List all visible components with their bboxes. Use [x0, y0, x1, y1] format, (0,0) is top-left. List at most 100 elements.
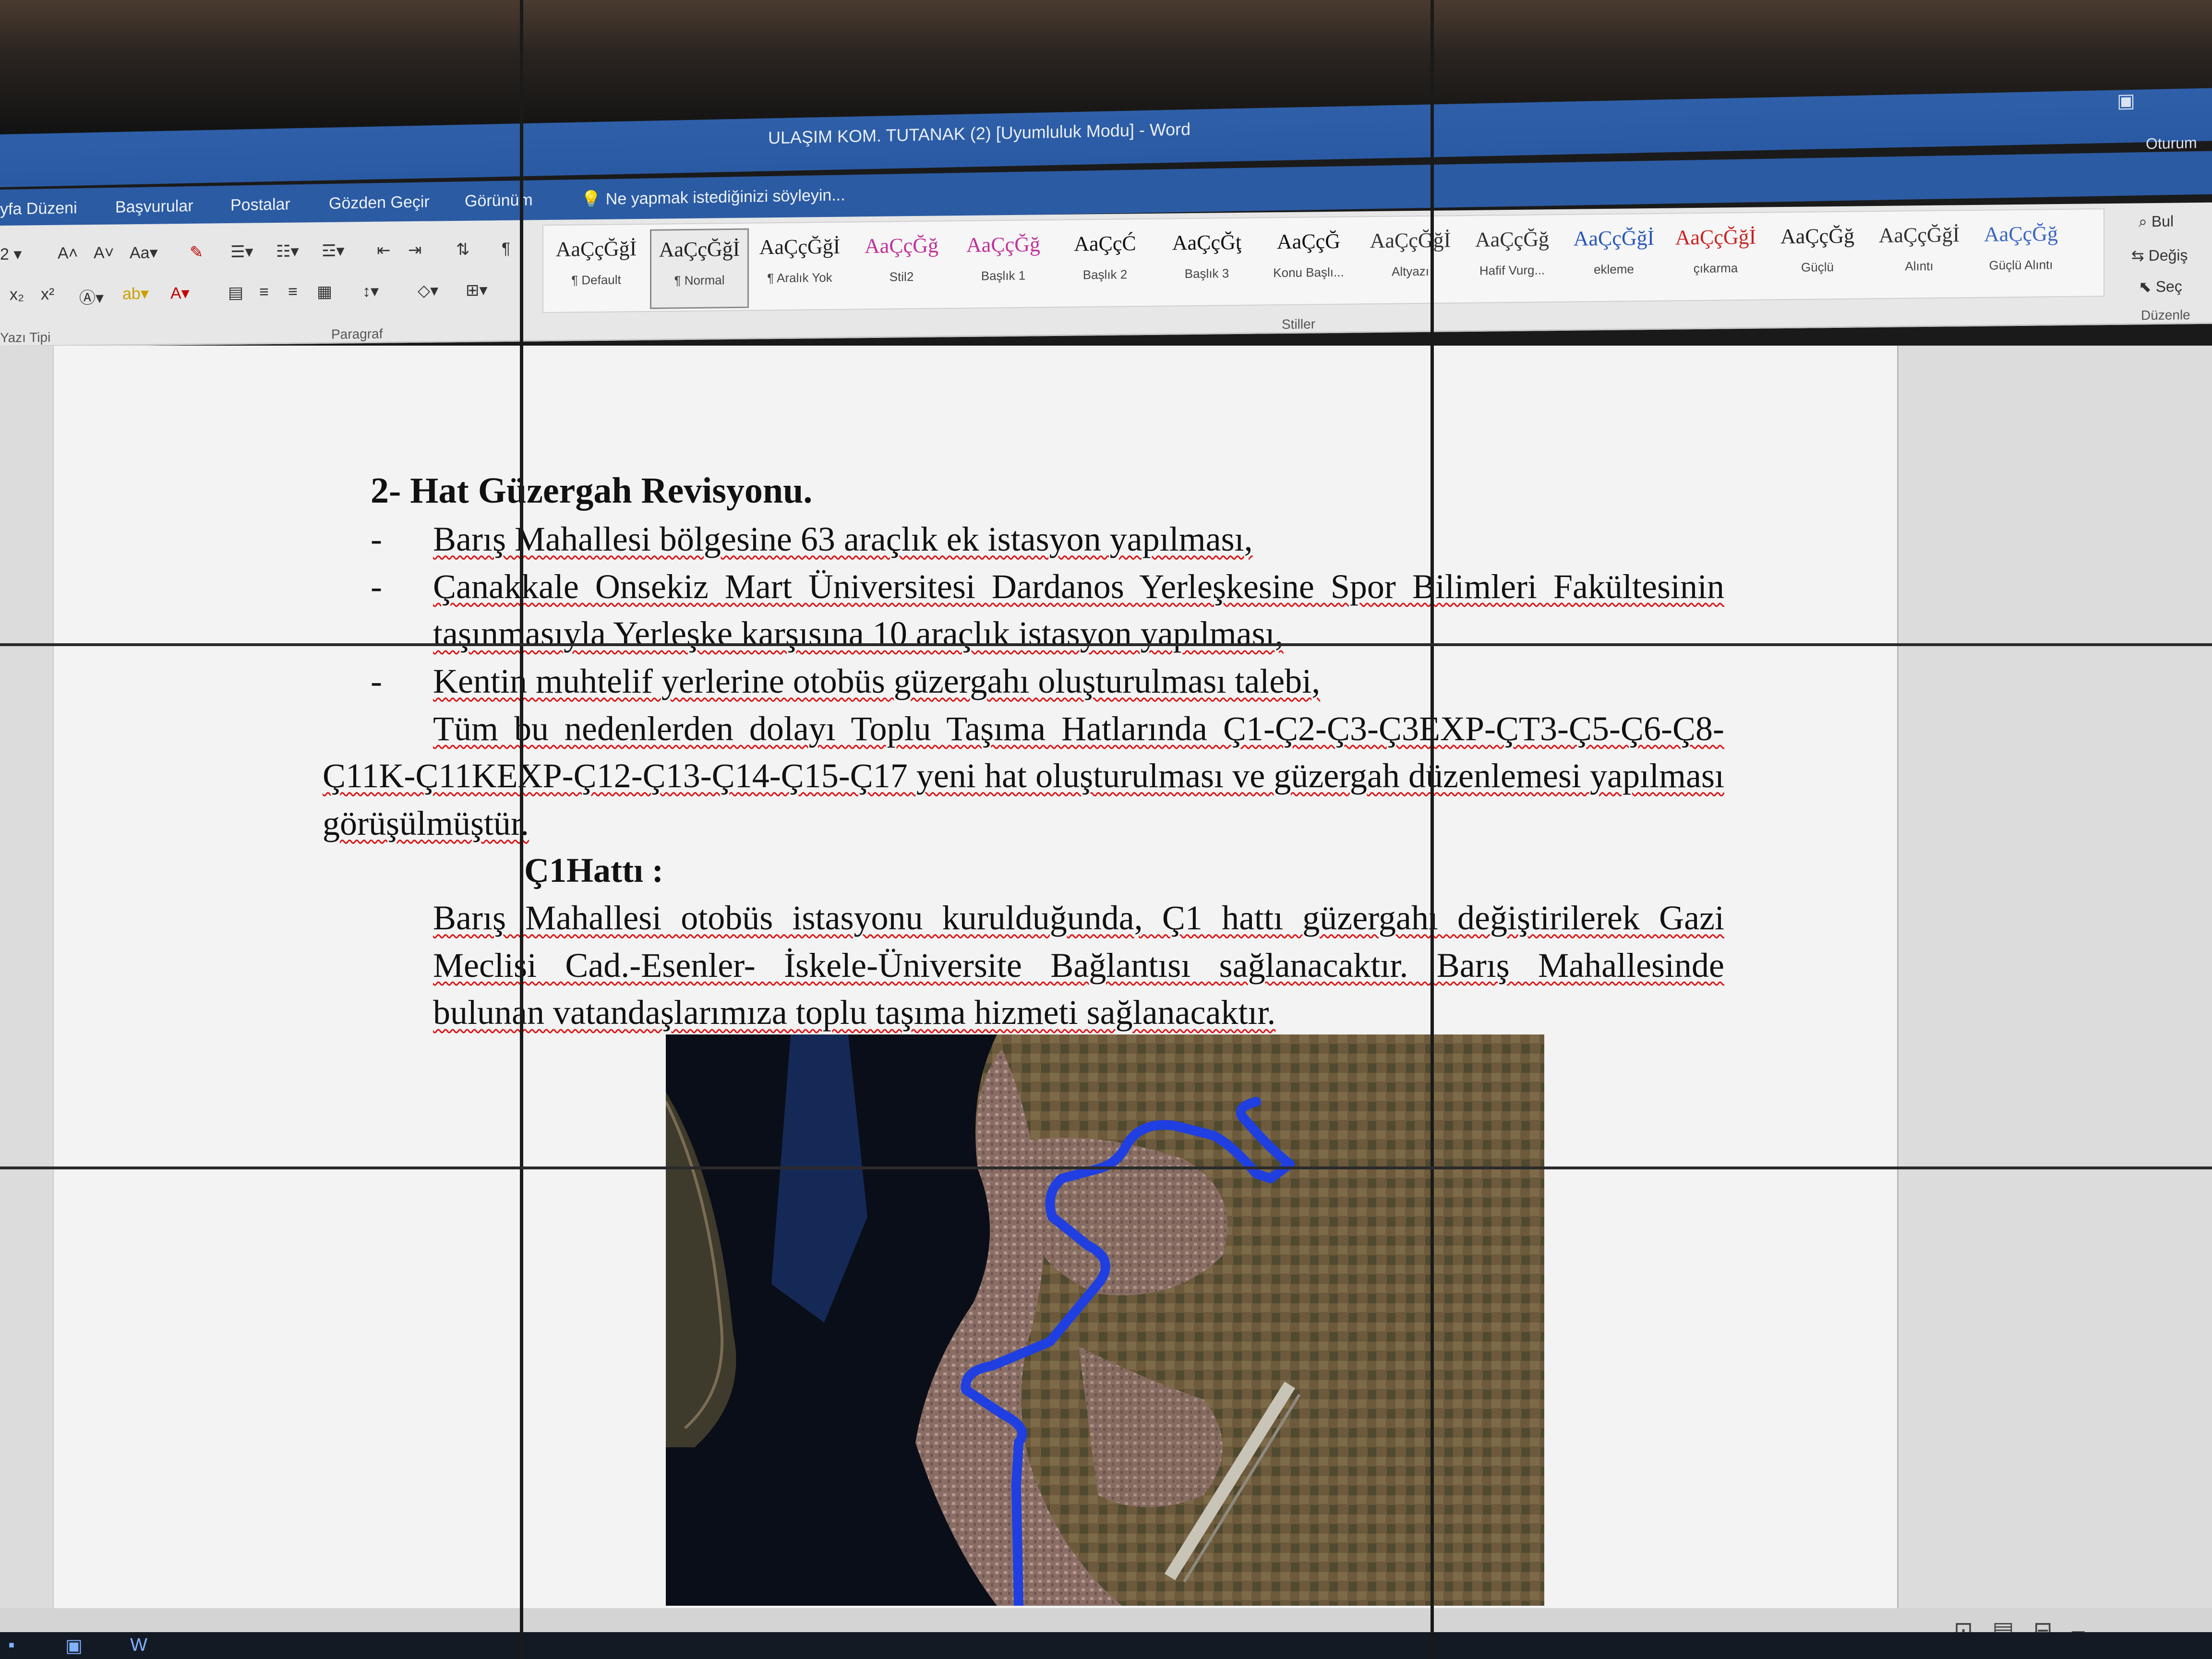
increase-indent-icon[interactable]: ⇥ — [408, 240, 422, 260]
start-icon[interactable]: ▪ — [0, 1635, 23, 1656]
style-item[interactable]: AaÇçĞğ Güçlü Alıntı — [1973, 215, 2069, 292]
style-name: ¶ Aralık Yok — [767, 270, 832, 286]
style-preview: AaÇçĞğ — [865, 233, 938, 258]
style-item[interactable]: AaÇçĞţ Başlık 3 — [1159, 223, 1255, 301]
change-case-icon[interactable]: Aa▾ — [130, 243, 158, 263]
list-item-text: Barış Mahallesi bölgesine 63 araçlık ek … — [433, 520, 1253, 559]
show-marks-icon[interactable]: ¶ — [502, 240, 510, 258]
style-name: ¶ Normal — [674, 273, 725, 288]
find-button[interactable]: ⌕ Bul — [2139, 213, 2174, 231]
satellite-map — [666, 1034, 1544, 1606]
list-item: - Kentin muhtelif yerlerine otobüs güzerg… — [371, 661, 1321, 700]
justify-icon[interactable]: ▦ — [317, 282, 332, 301]
subscript-icon[interactable]: x₂ — [10, 285, 24, 304]
style-item[interactable]: AaÇçĞğ Hafif Vurg... — [1464, 220, 1560, 298]
taskbar-app-icon[interactable]: ▣ — [62, 1635, 85, 1656]
borders-icon[interactable]: ⊞▾ — [466, 280, 488, 300]
sign-in-link[interactable]: Oturum — [2146, 134, 2197, 153]
style-preview: AaÇçĞğ — [966, 232, 1040, 257]
select-button[interactable]: ⬉ Seç — [2139, 277, 2182, 296]
style-preview: AaÇçĞğİ — [659, 237, 740, 262]
style-preview: AaÇçĞğİ — [1878, 223, 1960, 248]
style-preview: AaÇçĞğİ — [1370, 228, 1451, 253]
search-icon: ⌕ — [2139, 213, 2147, 230]
align-right-icon[interactable]: ≡ — [288, 283, 298, 301]
shrink-font-icon[interactable]: A˅ — [94, 244, 114, 263]
replace-button[interactable]: ⇆ Değiş — [2131, 246, 2188, 264]
style-name: Alıntı — [1905, 258, 1934, 274]
style-name: Konu Başlı... — [1273, 264, 1344, 280]
font-group-label: Yazı Tipi — [0, 329, 51, 345]
style-item[interactable]: AaÇçĆ Başlık 2 — [1057, 224, 1153, 302]
find-label: Bul — [2151, 212, 2174, 230]
superscript-icon[interactable]: x² — [41, 285, 54, 304]
decrease-indent-icon[interactable]: ⇤ — [377, 240, 391, 260]
monitor-wall-screen: ULAŞIM KOM. TUTANAK (2) [Uyumluluk Modu]… — [0, 0, 2212, 1659]
style-name: çıkarma — [1693, 261, 1738, 276]
style-item[interactable]: AaÇçĞğİ Alıntı — [1871, 216, 1967, 293]
style-item[interactable]: AaÇçĞğİ ekleme — [1566, 219, 1662, 297]
monitor-bezel — [1431, 0, 1434, 1659]
style-name: Başlık 3 — [1184, 266, 1229, 281]
select-icon: ⬉ — [2139, 278, 2152, 296]
align-center-icon[interactable]: ≡ — [259, 283, 269, 301]
monitor-bezel — [0, 1166, 2212, 1169]
replace-label: Değiş — [2148, 246, 2188, 264]
clear-formatting-icon[interactable]: ✎ — [190, 243, 204, 262]
style-name: ekleme — [1594, 262, 1634, 277]
replace-icon: ⇆ — [2131, 247, 2144, 264]
align-left-icon[interactable]: ▤ — [228, 283, 243, 302]
style-preview: AaÇçĆ — [1074, 231, 1136, 256]
style-name: Başlık 1 — [981, 268, 1026, 283]
style-item[interactable]: AaÇçĞğİ ¶ Default — [548, 229, 644, 307]
line-spacing-icon[interactable]: ↕▾ — [362, 282, 379, 301]
document-text[interactable]: 2- Hat Güzergah Revisyonu. - Barış Mahall… — [323, 466, 1724, 1036]
style-preview: AaÇçĞğİ — [759, 234, 841, 259]
route-subheading: Ç1Hattı : — [524, 851, 663, 890]
monitor-bezel — [520, 0, 523, 1659]
style-item[interactable]: AaÇçĞğ Stil2 — [854, 226, 950, 304]
select-label: Seç — [2155, 277, 2182, 295]
word-taskbar-icon[interactable]: W — [127, 1635, 150, 1656]
route-map-image[interactable] — [666, 1034, 1544, 1606]
style-item[interactable]: AaÇçĞğ Güçlü — [1769, 216, 1865, 294]
multilevel-list-icon[interactable]: ☲▾ — [322, 241, 345, 260]
style-preview: AaÇçĞ — [1277, 229, 1340, 254]
style-name: Hafif Vurg... — [1479, 263, 1545, 278]
style-preview: AaÇçĞğ — [1475, 227, 1549, 252]
numbering-icon[interactable]: ☷▾ — [276, 241, 299, 261]
style-name: ¶ Default — [571, 272, 621, 288]
document-page[interactable]: 2- Hat Güzergah Revisyonu. - Barış Mahall… — [53, 346, 1899, 1608]
style-item[interactable]: AaÇçĞğİ Altyazı — [1362, 221, 1458, 299]
monitor-bezel — [0, 643, 2212, 646]
style-name: Başlık 2 — [1082, 267, 1128, 282]
styles-gallery: AaÇçĞğİ ¶ Default AaÇçĞğİ ¶ Normal AaÇçĞğİ ¶ … — [542, 208, 2104, 313]
font-color-icon[interactable]: A▾ — [170, 284, 190, 303]
shading-icon[interactable]: ◇▾ — [418, 281, 438, 300]
tab-mailings[interactable]: Postalar — [230, 195, 290, 215]
highlight-color-icon[interactable]: ab▾ — [122, 284, 149, 304]
text-effects-icon[interactable]: Ⓐ▾ — [79, 285, 104, 309]
style-name: Güçlü Alıntı — [1989, 257, 2053, 273]
sort-icon[interactable]: ⇅ — [456, 240, 470, 259]
document-area: 2- Hat Güzergah Revisyonu. - Barış Mahall… — [0, 346, 2212, 1608]
route-paragraph: Barış Mahallesi otobüs istasyonu kuruldu… — [323, 894, 1724, 1036]
font-size-dropdown[interactable]: 2 ▾ — [0, 245, 22, 264]
tab-references[interactable]: Başvurular — [115, 197, 193, 217]
style-item[interactable]: AaÇçĞğİ çıkarma — [1668, 218, 1764, 296]
style-item[interactable]: AaÇçĞğİ ¶ Normal — [650, 228, 749, 309]
tab-review[interactable]: Gözden Geçir — [329, 192, 430, 213]
style-item[interactable]: AaÇçĞğ Başlık 1 — [955, 225, 1051, 303]
bullets-icon[interactable]: ☰▾ — [230, 242, 253, 261]
style-item[interactable]: AaÇçĞ Konu Başlı... — [1261, 222, 1357, 300]
grow-font-icon[interactable]: A˄ — [58, 244, 78, 263]
paragraph-group-label: Paragraf — [331, 326, 383, 342]
ribbon: 2 ▾ A˄ A˅ Aa▾ ✎ x₂ x² Ⓐ▾ ab▾ A▾ Yazı Tip… — [0, 202, 2212, 347]
tab-page-layout[interactable]: yfa Düzeni — [0, 199, 77, 219]
tell-me-search[interactable]: 💡 Ne yapmak istediğinizi söyleyin... — [581, 185, 845, 209]
list-item: - Barış Mahallesi bölgesine 63 araçlık ek… — [371, 520, 1253, 559]
window-title: ULAŞIM KOM. TUTANAK (2) [Uyumluluk Modu]… — [768, 119, 1191, 148]
ribbon-display-options-icon[interactable]: ▣ — [2117, 90, 2135, 112]
style-item[interactable]: AaÇçĞğİ ¶ Aralık Yok — [752, 228, 848, 305]
style-preview: AaÇçĞğİ — [1675, 225, 1756, 250]
